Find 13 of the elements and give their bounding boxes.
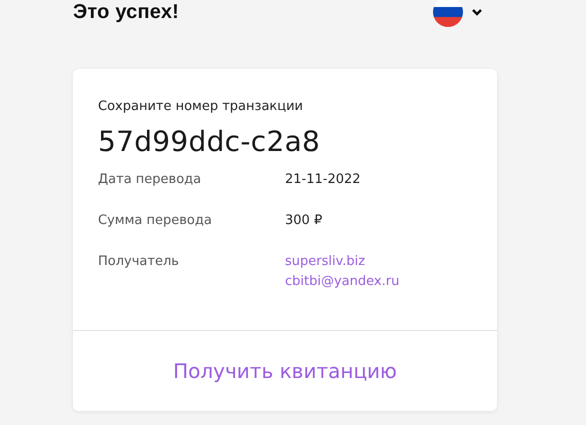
save-hint: Сохраните номер транзакции xyxy=(98,99,304,114)
field-label: Дата перевода xyxy=(98,172,202,187)
transaction-id: 57d99ddc-c2a8 xyxy=(98,125,320,158)
field-label: Сумма перевода xyxy=(98,213,212,228)
field-value: 300 ₽ xyxy=(285,212,322,230)
recipient-link[interactable]: supersliv.biz xyxy=(285,252,366,272)
recipient-link[interactable]: cbitbi@yandex.ru xyxy=(285,272,400,292)
get-receipt-button[interactable]: Получить квитанцию xyxy=(165,355,405,387)
page-title: Это успех! xyxy=(73,0,180,24)
flag-icon[interactable] xyxy=(433,0,463,27)
chevron-down-icon[interactable] xyxy=(471,8,483,16)
field-label: Получатель xyxy=(98,254,179,269)
field-value: 21-11-2022 xyxy=(285,171,361,189)
